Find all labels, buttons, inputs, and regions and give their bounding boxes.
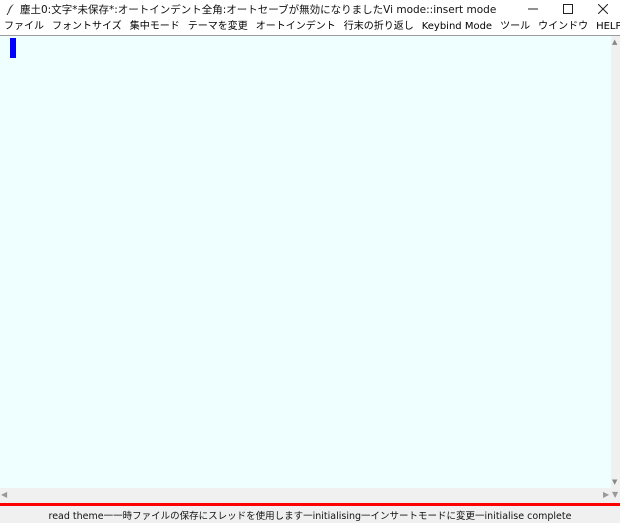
menu-change-theme[interactable]: テーマを変更 (184, 18, 252, 36)
title-bar[interactable]: 塵土0:文字*未保存*:オートインデント全角:オートセーブが無効になりましたVi… (0, 0, 620, 18)
menu-file[interactable]: ファイル (0, 18, 48, 36)
maximize-icon (562, 4, 573, 14)
window-controls (515, 0, 620, 18)
menu-window[interactable]: ウインドウ (534, 18, 592, 36)
menu-line-wrap[interactable]: 行末の折り返し (340, 18, 418, 36)
vertical-scrollbar[interactable]: ▲ ▼ (611, 36, 620, 488)
status-bar: read theme一一時ファイルの保存にスレッドを使用します一initiali… (0, 506, 620, 523)
scroll-up-icon[interactable]: ▲ (612, 38, 617, 46)
close-icon (597, 4, 608, 14)
menu-font-size[interactable]: フォントサイズ (48, 18, 126, 36)
scroll-left-icon[interactable]: ◀ (1, 490, 7, 499)
feather-icon[interactable] (2, 0, 20, 18)
text-cursor (10, 38, 16, 58)
text-editor[interactable] (0, 36, 611, 488)
status-text: read theme一一時ファイルの保存にスレッドを使用します一initiali… (48, 510, 572, 522)
menu-keybind-mode[interactable]: Keybind Mode (418, 18, 496, 36)
horizontal-scrollbar[interactable]: ◀ ▶ ▼ (0, 488, 620, 502)
scroll-down-corner-icon[interactable]: ▼ (612, 490, 618, 499)
scroll-down-icon[interactable]: ▼ (612, 478, 617, 486)
menu-auto-indent[interactable]: オートインデント (252, 18, 340, 36)
menu-focus-mode[interactable]: 集中モード (126, 18, 184, 36)
menu-tools[interactable]: ツール (496, 18, 534, 36)
scroll-right-icon[interactable]: ▶ (603, 490, 609, 499)
maximize-button[interactable] (550, 0, 585, 18)
window-title: 塵土0:文字*未保存*:オートインデント全角:オートセーブが無効になりましたVi… (20, 3, 497, 16)
minimize-icon (527, 8, 538, 10)
close-button[interactable] (585, 0, 620, 18)
menu-help[interactable]: HELP (592, 18, 620, 36)
minimize-button[interactable] (515, 0, 550, 18)
menu-bar: ファイル フォントサイズ 集中モード テーマを変更 オートインデント 行末の折り… (0, 18, 620, 36)
